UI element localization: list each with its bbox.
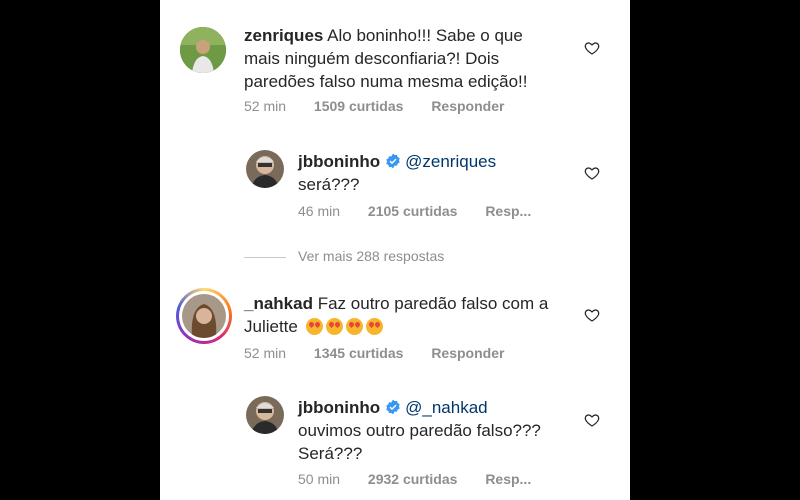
heart-eyes-emoji	[325, 318, 343, 335]
heart-eyes-emoji	[365, 318, 383, 335]
heart-eyes-emoji	[305, 318, 323, 335]
comment-line: Juliette	[244, 317, 298, 336]
reply-button[interactable]: Resp...	[485, 203, 531, 219]
comment-line: Alo boninho!!! Sabe o que	[327, 26, 523, 45]
comments-panel: zenriques Alo boninho!!! Sabe o que mais…	[160, 0, 630, 500]
timestamp: 52 min	[244, 98, 287, 114]
avatar-jbboninho[interactable]	[246, 150, 284, 188]
view-more-label[interactable]: Ver mais 288 respostas	[298, 248, 444, 264]
comment-meta: 52 min 1509 curtidas Responder	[244, 98, 528, 114]
username[interactable]: _nahkad	[244, 294, 313, 313]
comment-line: Será???	[298, 444, 363, 463]
heart-icon[interactable]	[584, 412, 600, 428]
username[interactable]: jbboninho	[298, 398, 380, 417]
heart-eyes-emoji	[345, 318, 363, 335]
username[interactable]: zenriques	[244, 26, 323, 45]
heart-icon[interactable]	[584, 165, 600, 181]
username[interactable]: jbboninho	[298, 152, 380, 171]
mention-link[interactable]: @_nahkad	[405, 398, 488, 417]
verified-badge-icon	[386, 399, 400, 415]
reply-meta: 50 min 2932 curtidas Resp...	[298, 471, 555, 487]
verified-badge-icon	[386, 153, 400, 169]
reply-button[interactable]: Responder	[431, 98, 504, 114]
heart-icon[interactable]	[584, 307, 600, 323]
comment-line: mais ninguém desconfiaria?! Dois	[244, 49, 500, 68]
timestamp: 52 min	[244, 345, 287, 361]
divider-line	[244, 256, 286, 258]
comment-text: _nahkad Faz outro paredão falso com a Ju…	[244, 292, 574, 338]
reply-text: jbboninho @zenriques será???	[298, 150, 578, 196]
reply-button[interactable]: Responder	[431, 345, 504, 361]
likes-count[interactable]: 1345 curtidas	[314, 345, 404, 361]
likes-count[interactable]: 2932 curtidas	[368, 471, 458, 487]
heart-icon[interactable]	[584, 40, 600, 56]
view-more-replies[interactable]: Ver mais 288 respostas	[244, 248, 444, 264]
reply-meta: 46 min 2105 curtidas Resp...	[298, 203, 555, 219]
timestamp: 46 min	[298, 203, 341, 219]
mention-link[interactable]: @zenriques	[405, 152, 496, 171]
avatar-zenriques[interactable]	[180, 27, 226, 73]
avatar-nahkad[interactable]	[176, 288, 232, 344]
likes-count[interactable]: 1509 curtidas	[314, 98, 404, 114]
comment-meta: 52 min 1345 curtidas Responder	[244, 345, 528, 361]
comment-line: ouvimos outro paredão falso???	[298, 421, 541, 440]
comment-text: zenriques Alo boninho!!! Sabe o que mais…	[244, 24, 574, 93]
reply-text: jbboninho @_nahkad ouvimos outro paredão …	[298, 396, 583, 465]
comment-line: será???	[298, 175, 360, 194]
reply-button[interactable]: Resp...	[485, 471, 531, 487]
comment-line: Faz outro paredão falso com a	[317, 294, 549, 313]
timestamp: 50 min	[298, 471, 341, 487]
likes-count[interactable]: 2105 curtidas	[368, 203, 458, 219]
comment-line: paredões falso numa mesma edição!!	[244, 72, 528, 91]
avatar-jbboninho[interactable]	[246, 396, 284, 434]
